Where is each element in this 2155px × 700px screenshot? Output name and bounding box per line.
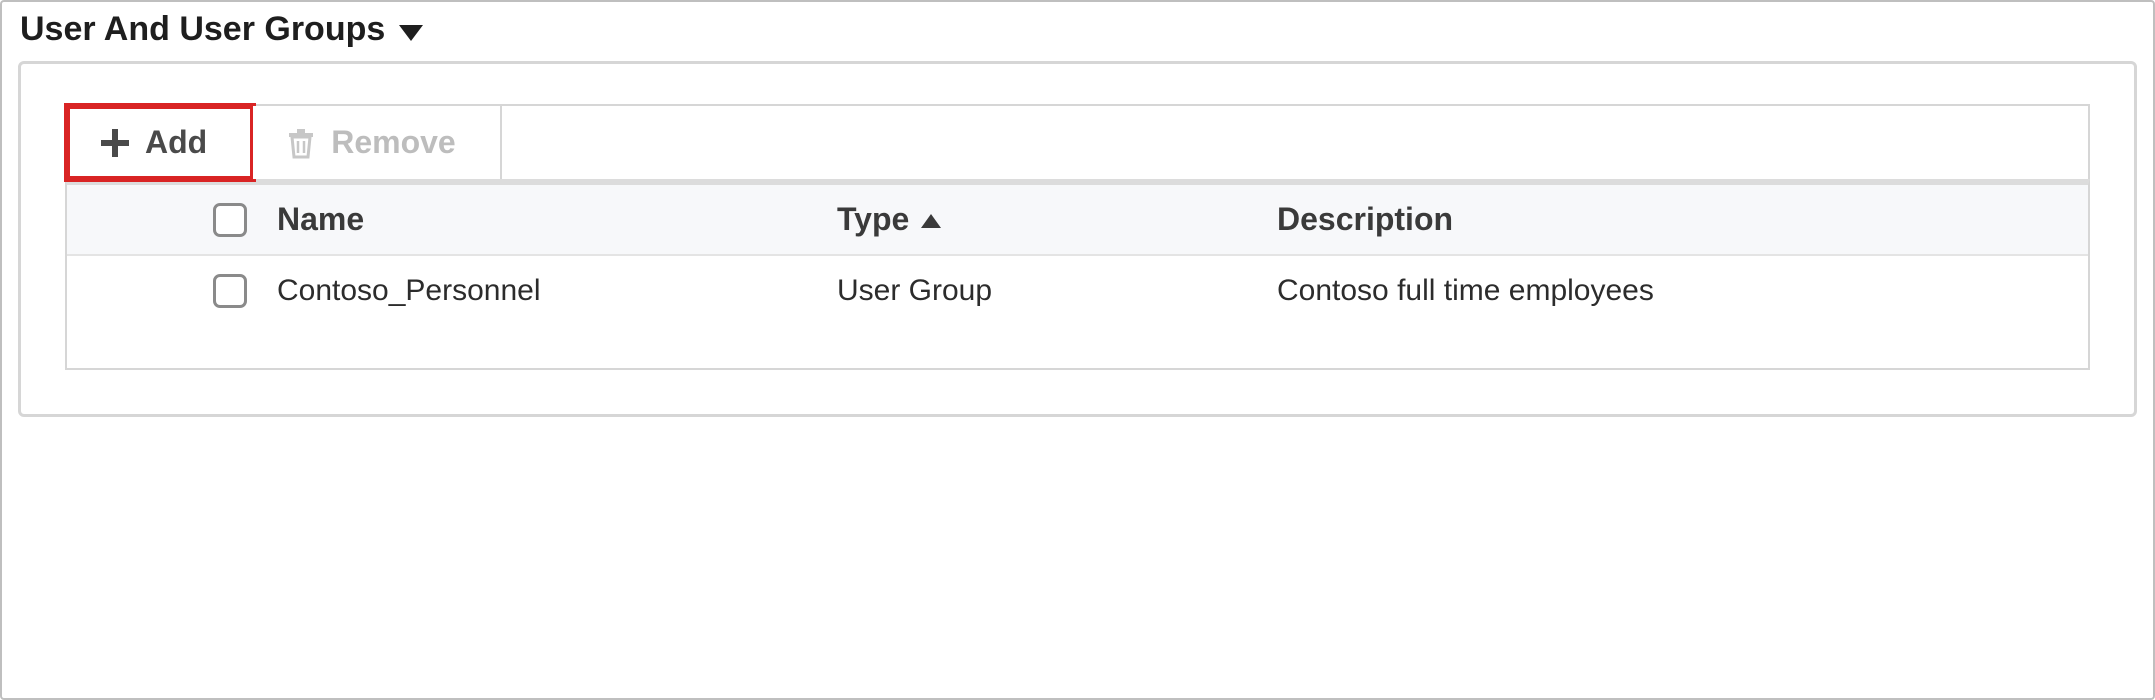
data-grid: Name Type Description [65,179,2090,370]
cell-name: Contoso_Personnel [277,274,837,308]
section-header[interactable]: User And User Groups [2,2,2153,55]
remove-button: Remove [253,106,502,179]
column-header-name-label: Name [277,201,364,237]
plus-icon [101,129,129,157]
remove-button-label: Remove [331,124,456,161]
cell-type: User Group [837,274,1277,308]
add-button[interactable]: Add [67,106,253,179]
sort-asc-icon [921,214,941,228]
column-header-description-label: Description [1277,201,1453,237]
table-row[interactable]: Contoso_Personnel User Group Contoso ful… [67,256,2088,368]
inner-panel: Add Remove [18,61,2137,417]
row-checkbox[interactable] [213,274,247,308]
toolbar: Add Remove [65,104,2090,181]
column-header-description[interactable]: Description [1277,201,2088,238]
column-header-type-label: Type [837,201,909,238]
select-all-checkbox[interactable] [213,203,247,237]
section-title: User And User Groups [20,10,385,49]
user-groups-section-container: User And User Groups Add [0,0,2155,700]
trash-icon [287,127,315,159]
add-button-label: Add [145,124,207,161]
cell-description: Contoso full time employees [1277,274,2088,308]
grid-header-row: Name Type Description [67,185,2088,256]
column-header-name[interactable]: Name [277,201,837,238]
column-header-type[interactable]: Type [837,201,1277,238]
caret-down-icon [399,25,423,41]
